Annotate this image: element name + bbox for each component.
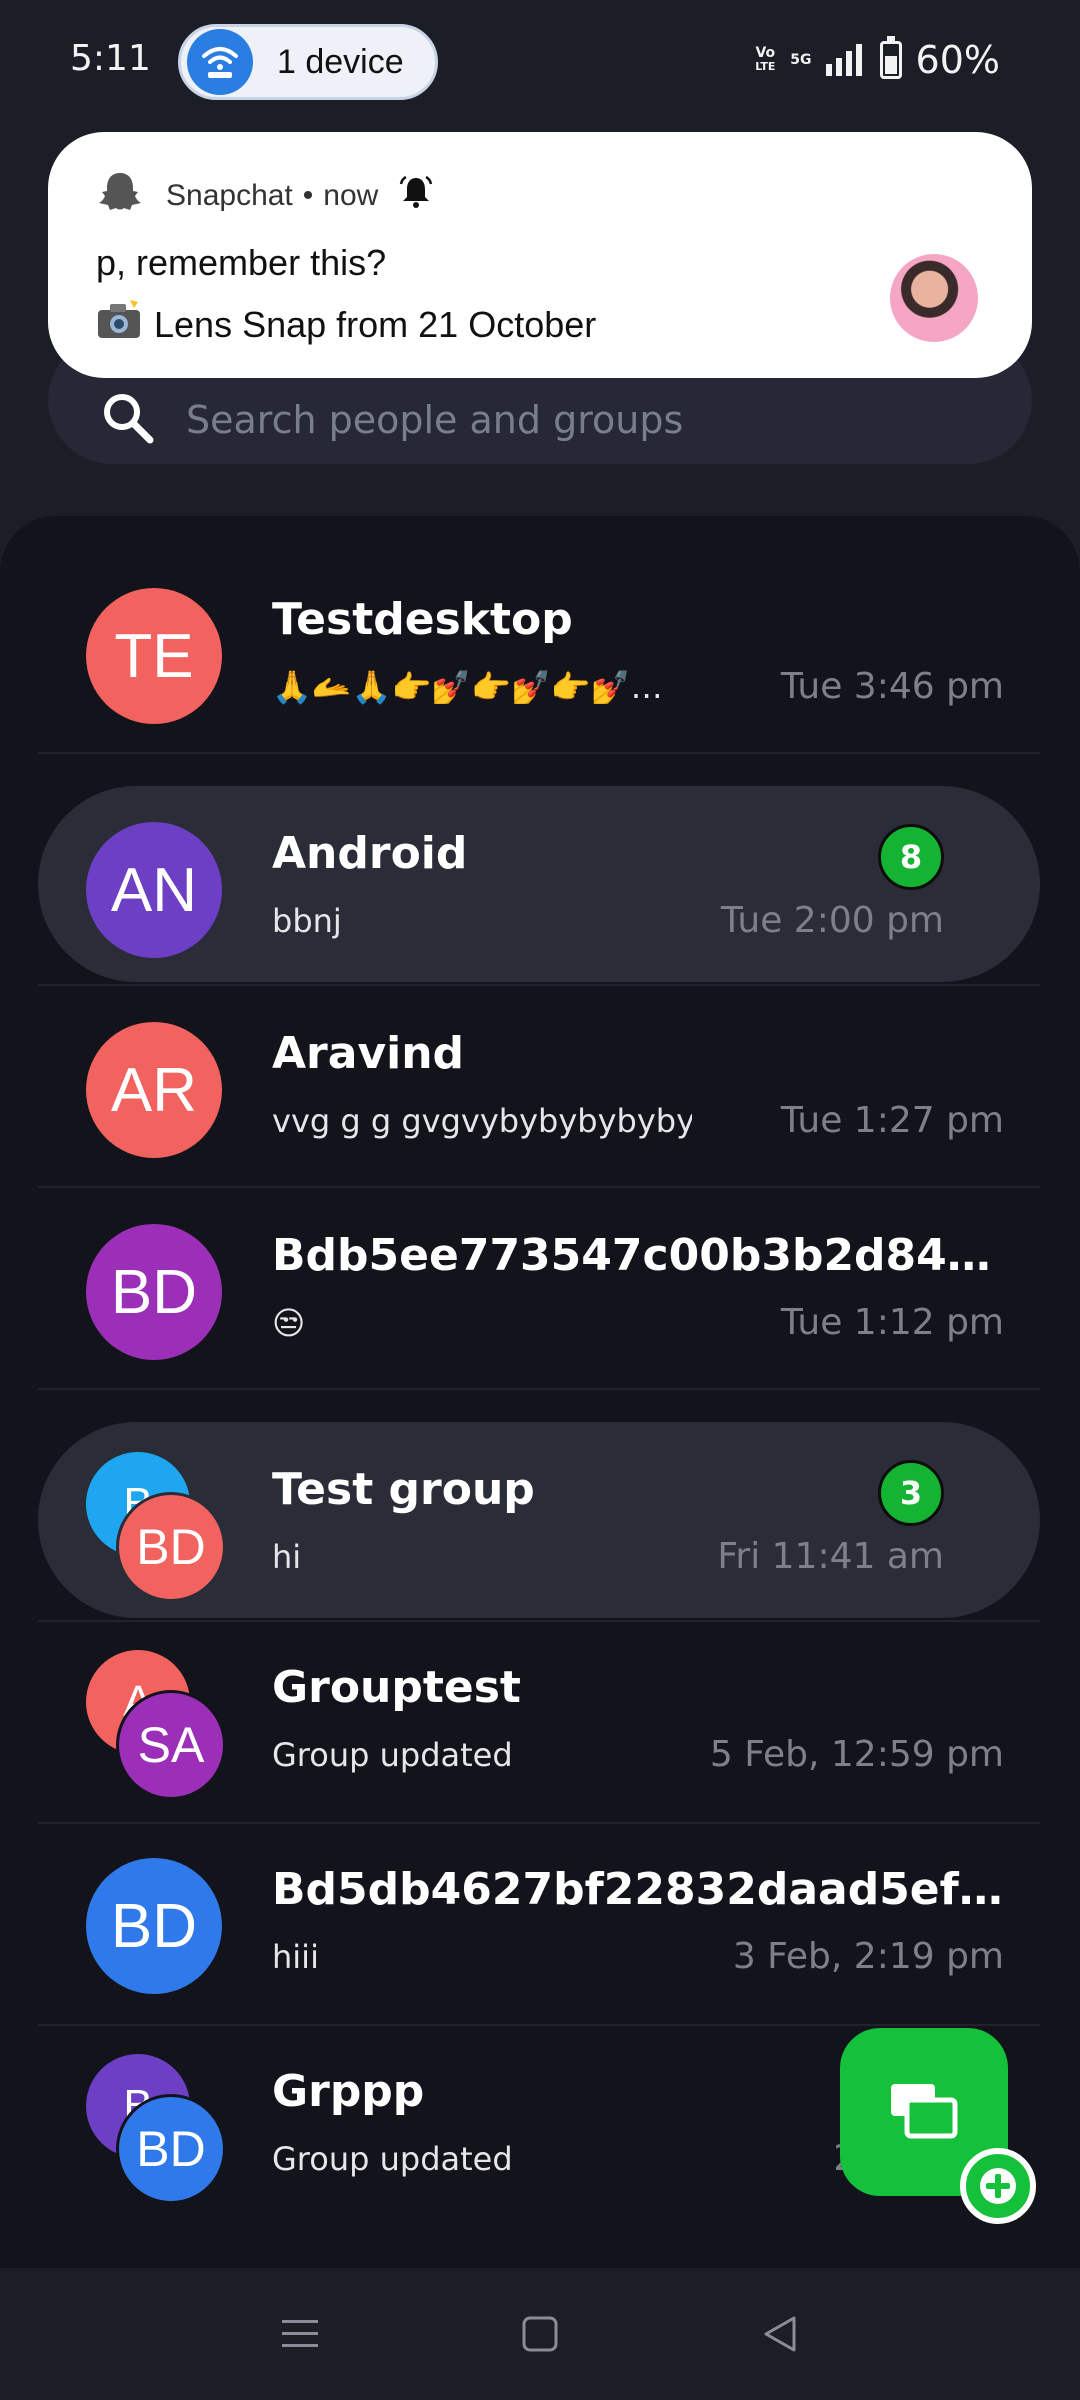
chat-last-message: hi	[272, 1538, 302, 1576]
system-navigation-bar	[0, 2268, 1080, 2400]
notification-avatar	[890, 254, 978, 342]
chat-row[interactable]: BD Bd5db4627bf22832daad5ef… hiii 3 Feb, 2:1…	[38, 1822, 1040, 2018]
hotspot-devices-pill[interactable]: 1 device	[178, 24, 438, 100]
status-time: 5:11	[70, 38, 151, 79]
notification-time: now	[323, 179, 379, 212]
back-triangle-icon[interactable]	[750, 2304, 810, 2364]
snapchat-ghost-icon	[96, 170, 144, 222]
camera-flash-icon	[96, 300, 142, 349]
chat-name: Test group	[272, 1464, 535, 1515]
search-icon	[100, 390, 156, 450]
battery-percentage: 60%	[915, 38, 1000, 82]
chat-timestamp: Tue 1:27 pm	[780, 1100, 1004, 1141]
chat-last-message: Group updated	[272, 2140, 513, 2178]
home-square-icon[interactable]	[510, 2304, 570, 2364]
bell-ringing-icon	[398, 174, 434, 218]
status-indicators: Vo LTE 5G 60%	[752, 36, 1000, 82]
unread-count-badge: 8	[878, 824, 944, 890]
notification-title: p, remember this?	[96, 242, 387, 283]
network-type: 5G	[790, 52, 812, 68]
avatar: BD	[86, 1224, 222, 1360]
chat-last-message: Group updated	[272, 1736, 513, 1774]
group-avatar-front: BD	[116, 2094, 226, 2204]
list-divider	[38, 1186, 1040, 1188]
signal-strength-icon	[825, 44, 862, 76]
chat-name: Bdb5ee773547c00b3b2d84…	[272, 1230, 991, 1281]
snapchat-notification[interactable]: Snapchat • now p, remember this? Lens Sn…	[48, 132, 1032, 378]
menu-icon[interactable]	[270, 2304, 330, 2364]
chat-row[interactable]: BD Bdb5ee773547c00b3b2d84… 😒 Tue 1:12 pm	[38, 1188, 1040, 1384]
avatar: TE	[86, 588, 222, 724]
avatar: BD	[86, 1858, 222, 1994]
chat-row[interactable]: ASAGrouptestGroup updated5 Feb, 12:59 pm	[38, 1620, 1040, 1816]
chat-name: Testdesktop	[272, 594, 573, 645]
avatar: AR	[86, 1022, 222, 1158]
battery-icon	[879, 36, 902, 79]
list-divider	[38, 1388, 1040, 1390]
unread-count-badge: 3	[878, 1460, 944, 1526]
chat-name: Android	[272, 828, 468, 879]
chat-name: Bd5db4627bf22832daad5ef…	[272, 1864, 1003, 1915]
notification-body: Lens Snap from 21 October	[96, 300, 596, 349]
group-avatar-front: BD	[116, 1492, 226, 1602]
volte-icon: Vo LTE	[755, 45, 776, 73]
group-avatar-front: SA	[116, 1690, 226, 1800]
list-divider	[38, 1822, 1040, 1824]
chat-last-message: hiii	[272, 1938, 319, 1976]
chat-timestamp: Tue 3:46 pm	[780, 666, 1004, 707]
chat-timestamp: Tue 2:00 pm	[720, 900, 944, 941]
add-icon[interactable]	[960, 2148, 1036, 2224]
chat-name: Grouptest	[272, 1662, 521, 1713]
hotspot-device-count: 1 device	[277, 42, 404, 81]
chat-timestamp: Tue 1:12 pm	[780, 1302, 1004, 1343]
list-divider	[38, 1620, 1040, 1622]
list-divider	[38, 984, 1040, 986]
chat-row[interactable]: BBDTest grouphiFri 11:41 am3	[38, 1422, 1040, 1618]
chat-last-message: bbnj	[272, 902, 342, 940]
chat-timestamp: 5 Feb, 12:59 pm	[709, 1734, 1004, 1775]
notification-app-name: Snapchat	[166, 179, 293, 212]
chat-name: Aravind	[272, 1028, 465, 1079]
status-bar: 5:11 1 device Vo LTE 5G 60%	[0, 0, 1080, 124]
chat-timestamp: Fri 11:41 am	[717, 1536, 944, 1577]
wifi-hotspot-icon	[187, 29, 253, 95]
list-divider	[38, 752, 1040, 754]
chat-timestamp: 3 Feb, 2:19 pm	[732, 1936, 1004, 1977]
notification-header: Snapchat • now	[96, 170, 434, 222]
list-divider	[38, 2024, 1040, 2026]
chat-name: Grppp	[272, 2066, 425, 2117]
avatar: AN	[86, 822, 222, 958]
new-chat-icon	[887, 2080, 961, 2144]
chat-last-message: 😒	[272, 1304, 306, 1342]
search-input[interactable]: Search people and groups	[186, 398, 683, 442]
notification-separator: •	[302, 179, 314, 212]
chat-row[interactable]: AN Android bbnj Tue 2:00 pm 8	[38, 786, 1040, 982]
chat-row[interactable]: TE Testdesktop 🙏🫴🙏👉💅👉💅👉💅… Tue 3:46 pm	[38, 552, 1040, 748]
chat-last-message: 🙏🫴🙏👉💅👉💅👉💅…	[272, 668, 663, 706]
notification-message: Lens Snap from 21 October	[154, 303, 597, 345]
chat-last-message: vvg g g gvgvybybybybyby…	[272, 1102, 692, 1140]
chat-row[interactable]: AR Aravind vvg g g gvgvybybybybyby… Tue 1:2…	[38, 986, 1040, 1182]
